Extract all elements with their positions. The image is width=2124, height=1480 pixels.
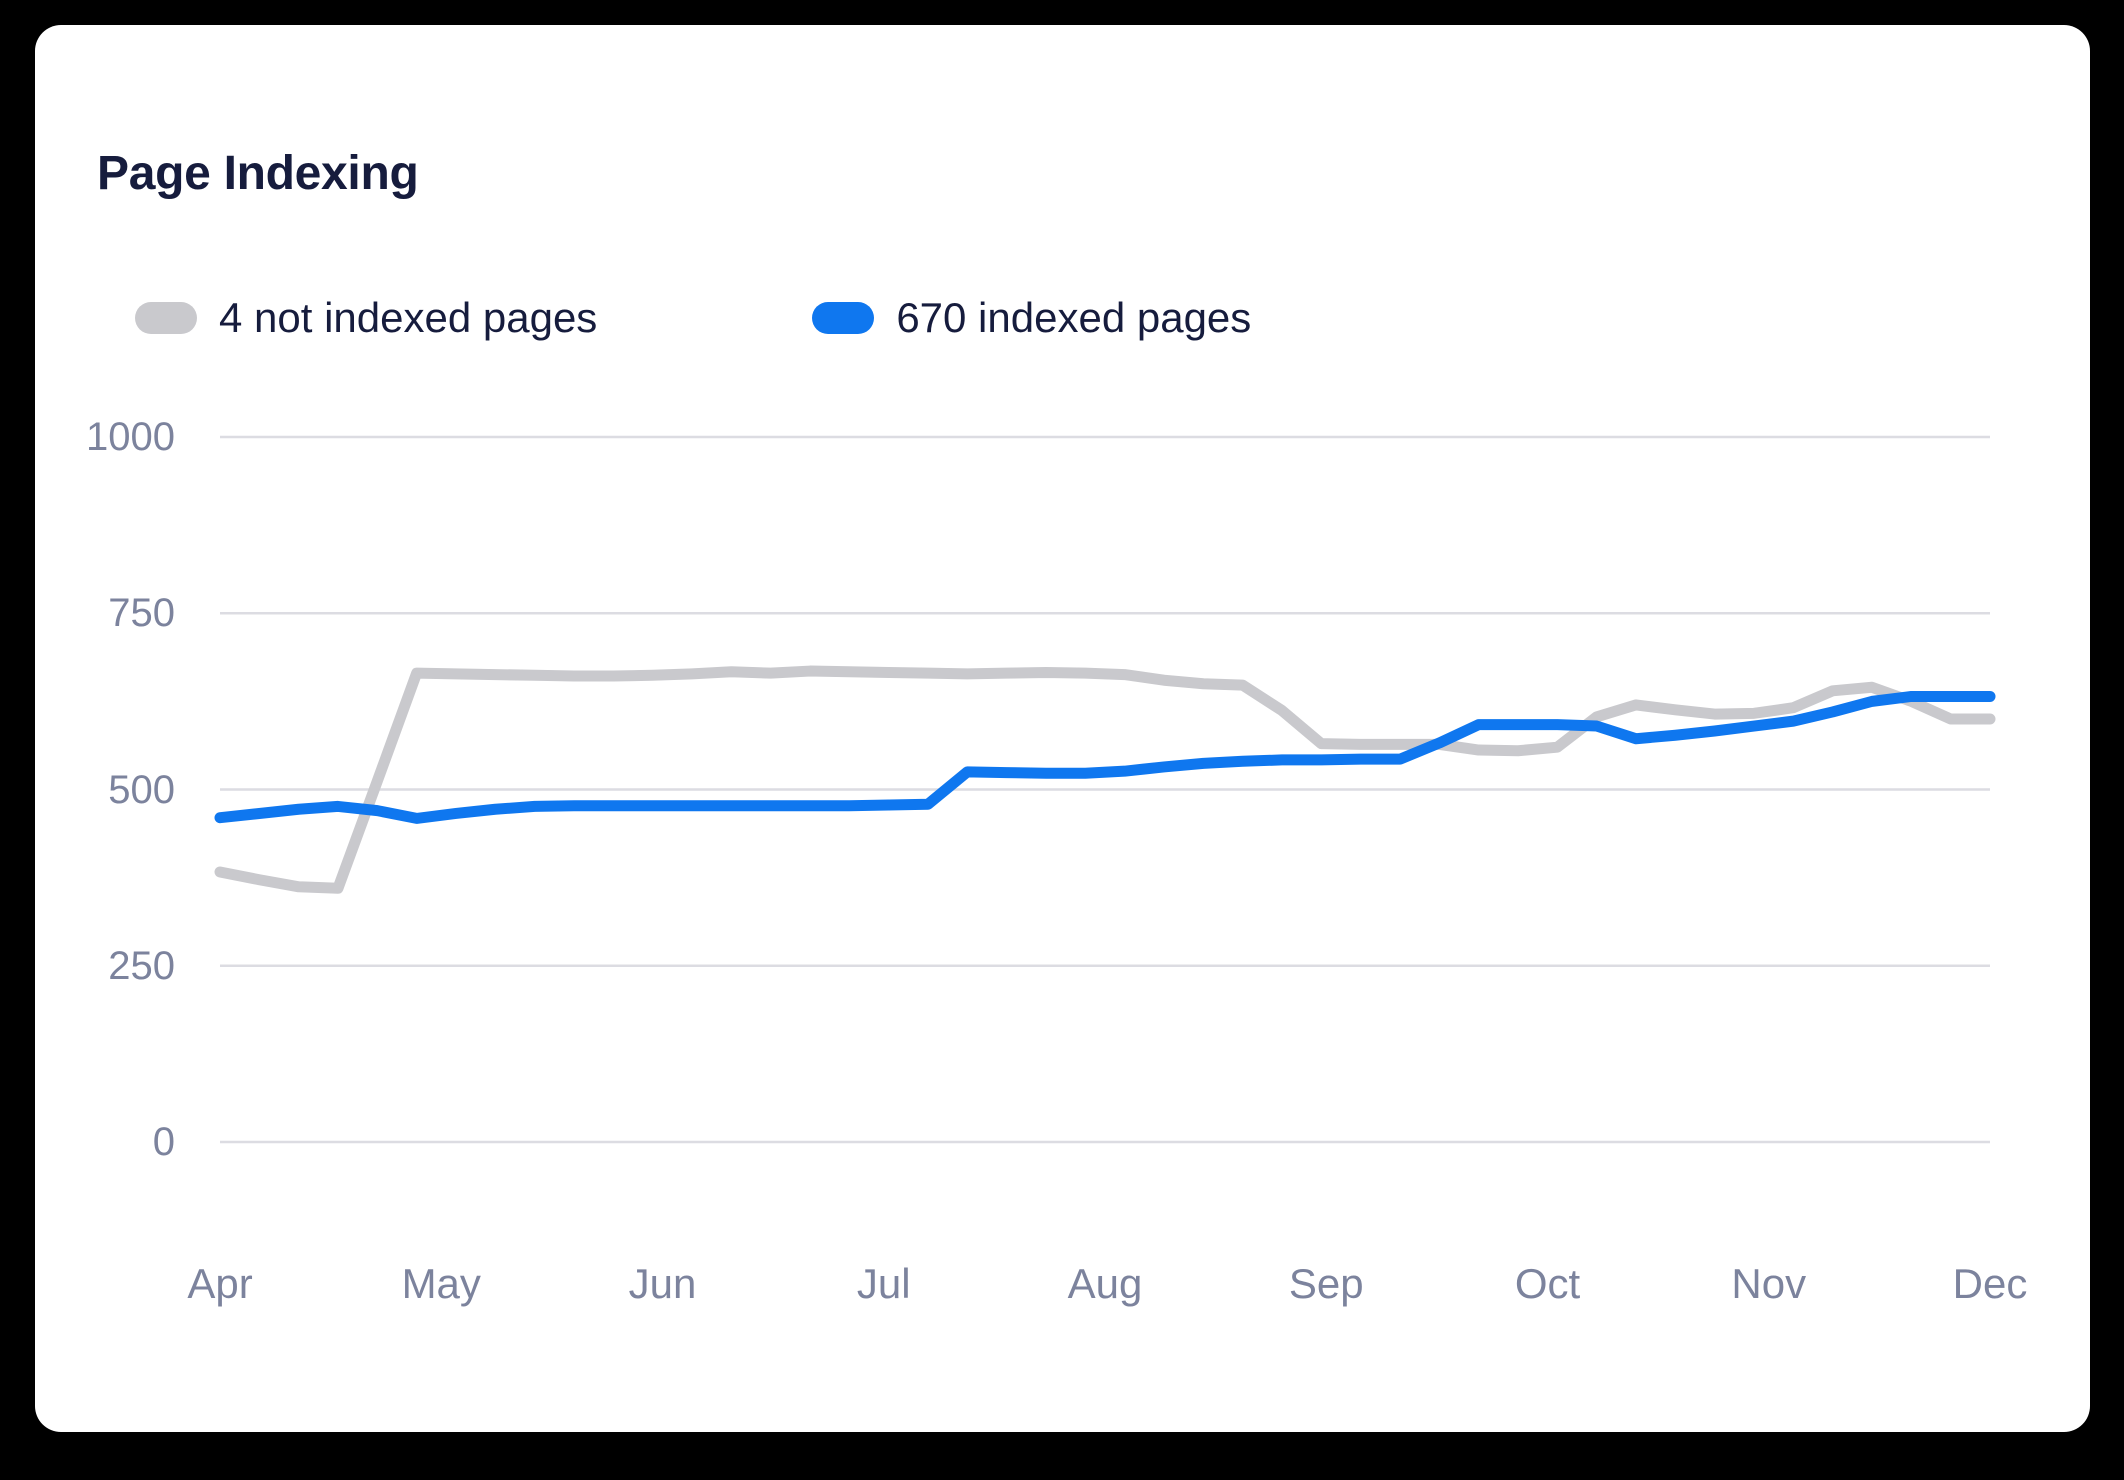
y-axis-tick-label: 1000 xyxy=(86,415,175,459)
y-axis-tick-label: 500 xyxy=(108,767,175,812)
x-axis-tick-label: Nov xyxy=(1731,1260,1807,1307)
x-axis-tick-label: Aug xyxy=(1067,1260,1143,1307)
x-axis-tick-label: Dec xyxy=(1952,1260,2028,1307)
page-indexing-card: Page Indexing 4 not indexed pages 670 in… xyxy=(35,25,2090,1432)
y-axis-tick-label: 750 xyxy=(108,591,175,636)
chart-svg xyxy=(214,435,1996,1144)
x-axis-tick-label: Sep xyxy=(1288,1260,1364,1307)
x-axis-tick-label: Apr xyxy=(187,1260,253,1307)
x-axis-tick-label: Jun xyxy=(628,1260,697,1307)
x-axis-tick-label: May xyxy=(401,1260,481,1307)
y-axis-tick-label: 250 xyxy=(108,943,175,988)
x-axis-tick-label: Oct xyxy=(1514,1260,1581,1307)
line-chart-plot[interactable]: 0 250 500 750 1000 Apr May Jun Jul Aug Sep Oct Nov De… xyxy=(35,25,2090,1432)
screenshot-root: Page Indexing 4 not indexed pages 670 in… xyxy=(0,0,2124,1480)
series-line-not-indexed[interactable] xyxy=(214,665,1996,894)
y-axis-tick-label: 0 xyxy=(152,1120,175,1164)
x-axis-tick-label: Jul xyxy=(856,1260,911,1307)
